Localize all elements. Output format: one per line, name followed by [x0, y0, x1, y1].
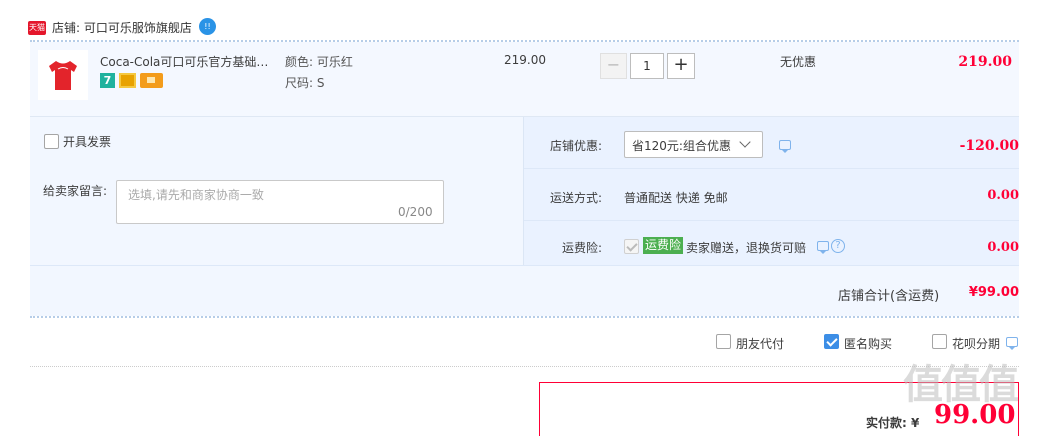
- quantity-decrease-button[interactable]: −: [600, 53, 627, 79]
- guarantee-icon: [119, 73, 136, 88]
- seller-message-count: 0/200: [398, 205, 433, 219]
- shipping-fee: 0.00: [987, 188, 1019, 203]
- divider: [30, 316, 1019, 318]
- item-total-price: 219.00: [958, 54, 1012, 70]
- invoice-label[interactable]: 开具发票: [63, 133, 111, 150]
- huabei-installment-label[interactable]: 花呗分期: [952, 335, 1000, 352]
- product-size: 尺码: S: [285, 76, 325, 90]
- divider: [524, 168, 1019, 169]
- insurance-fee: 0.00: [987, 240, 1019, 255]
- chat-icon[interactable]: [817, 241, 829, 254]
- insurance-label: 运费险:: [561, 241, 602, 255]
- divider: [30, 265, 1019, 266]
- friend-pay-checkbox[interactable]: [716, 334, 731, 349]
- insurance-badge: 运费险: [643, 237, 684, 254]
- final-payment-label: 实付款: ¥: [866, 416, 920, 430]
- shop-total-amount: ¥99.00: [968, 285, 1019, 300]
- anonymous-purchase-checkbox[interactable]: [824, 334, 839, 349]
- huabei-installment-checkbox[interactable]: [932, 334, 947, 349]
- product-color: 颜色: 可乐红: [285, 55, 353, 69]
- shipping-method: 普通配送 快递 免邮: [624, 191, 728, 205]
- chat-icon[interactable]: [1006, 337, 1018, 350]
- watermark-logo: 值值值: [903, 362, 1019, 408]
- shop-discount-amount: -120.00: [959, 138, 1019, 154]
- quantity-input[interactable]: 1: [630, 53, 664, 79]
- chat-icon[interactable]: [779, 140, 791, 153]
- product-title[interactable]: Coca-Cola可口可乐官方基础圆领: [100, 53, 280, 70]
- divider: [524, 220, 1019, 221]
- shop-name[interactable]: 店铺: 可口可乐服饰旗舰店: [52, 19, 192, 36]
- card-payment-icon: [140, 73, 163, 88]
- quantity-increase-button[interactable]: +: [667, 53, 695, 79]
- help-icon[interactable]: ?: [831, 239, 845, 253]
- unit-price: 219.00: [504, 53, 546, 67]
- seven-day-return-icon: 7: [100, 73, 115, 88]
- invoice-checkbox[interactable]: [44, 134, 59, 149]
- seller-message-label: 给卖家留言:: [43, 184, 108, 198]
- divider: [30, 366, 1019, 367]
- friend-pay-label[interactable]: 朋友代付: [736, 335, 784, 352]
- seller-message-placeholder: 选填,请先和商家协商一致: [128, 188, 264, 202]
- anonymous-purchase-label[interactable]: 匿名购买: [844, 335, 892, 352]
- shop-total-label: 店铺合计(含运费): [838, 289, 940, 304]
- tshirt-icon: [49, 61, 77, 90]
- insurance-text: 卖家赠送，退换货可赔: [686, 241, 807, 255]
- chat-bubble-icon[interactable]: !!: [199, 18, 216, 35]
- shop-discount-label: 店铺优惠:: [549, 139, 602, 153]
- insurance-checkbox: [624, 239, 639, 254]
- item-discount-text: 无优惠: [780, 55, 817, 69]
- shipping-label: 运送方式:: [549, 191, 602, 205]
- tmall-badge: 天猫: [28, 21, 46, 35]
- product-thumbnail[interactable]: [38, 50, 88, 100]
- shop-discount-selected: 省120元:组合优惠: [632, 139, 731, 153]
